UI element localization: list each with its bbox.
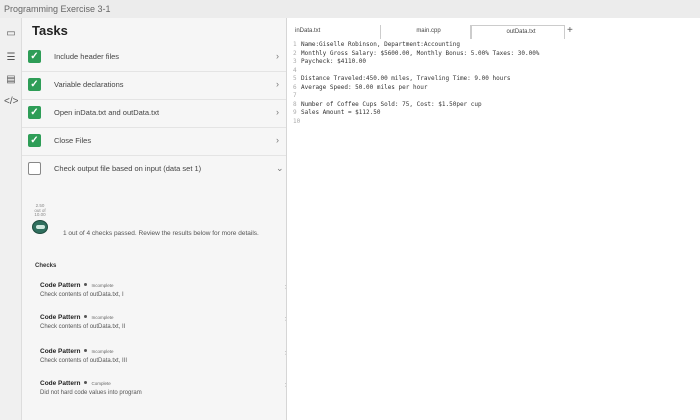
line-text: Paycheck: $4110.00 [301, 58, 367, 65]
check-status: Complete [91, 381, 111, 386]
check-item[interactable]: Code Pattern Incomplete Check contents of… [40, 348, 288, 376]
task-label: Check output file based on input (data s… [54, 164, 202, 173]
line-number: 1 [293, 41, 297, 48]
status-dot-icon [84, 381, 88, 384]
code-line: 6 Average Speed: 50.00 miles per hour [293, 84, 539, 93]
tab-outdata[interactable]: outData.txt [471, 25, 565, 39]
task-item[interactable]: ✓ Include header files › [22, 44, 286, 72]
check-name: Code Pattern [40, 348, 81, 355]
line-number: 9 [293, 109, 297, 116]
status-dot-icon [84, 315, 88, 318]
task-label: Close Files [54, 136, 92, 145]
assistant-robot-icon [32, 220, 48, 234]
line-text: Average Speed: 50.00 miles per hour [301, 83, 428, 91]
task-item[interactable]: ✓ Open inData.txt and outData.txt › [22, 100, 286, 128]
line-number: 5 [293, 75, 297, 82]
line-text: Number of Coffee Cups Sold: 75, Cost: $1… [301, 100, 482, 108]
line-number: 4 [293, 66, 297, 74]
tab-indata[interactable]: inData.txt [289, 25, 381, 39]
line-text: Monthly Gross Salary: $5600.00, Monthly … [301, 49, 540, 57]
activity-rail: ▭ ☰ ▤ </> [0, 18, 22, 420]
line-number: 2 [293, 49, 297, 57]
check-status: Incomplete [91, 349, 114, 354]
checkmark-icon: ✓ [28, 50, 41, 63]
code-line: 4 [293, 67, 539, 76]
line-number: 7 [293, 92, 297, 99]
checkmark-icon: ✓ [28, 134, 41, 147]
task-label: Include header files [54, 52, 120, 61]
task-item[interactable]: ✓ Close Files › [22, 128, 286, 156]
chevron-right-icon[interactable]: › [276, 79, 279, 89]
check-description: Check contents of outData.txt, III [40, 358, 128, 364]
code-icon[interactable]: </> [4, 96, 18, 108]
chevron-right-icon[interactable]: › [276, 51, 279, 61]
task-item[interactable]: ✓ Variable declarations › [22, 72, 286, 100]
line-text: Distance Traveled:450.00 miles, Travelin… [301, 75, 511, 82]
score-badge: 2.50 out of 10.00 [27, 203, 53, 218]
chevron-right-icon[interactable]: › [276, 107, 279, 117]
checkmark-icon: ✓ [28, 106, 41, 119]
add-tab-icon[interactable]: + [567, 25, 573, 36]
code-line: 8 Number of Coffee Cups Sold: 75, Cost: $… [293, 101, 539, 110]
status-dot-icon [84, 283, 88, 286]
line-text: Sales Amount = $112.50 [301, 109, 381, 116]
code-line: 5 Distance Traveled:450.00 miles, Traveli… [293, 75, 539, 84]
check-status: Incomplete [91, 315, 114, 320]
tab-main-cpp[interactable]: main.cpp [381, 25, 471, 39]
status-dot-icon [84, 349, 88, 352]
line-number: 6 [293, 83, 297, 91]
check-description: Check contents of outData.txt, II [40, 324, 126, 330]
code-line: 10 [293, 118, 539, 127]
line-text: Name:Giselle Robinson, Department:Accoun… [301, 41, 460, 48]
empty-checkbox-icon [28, 162, 41, 175]
panel-icon[interactable]: ▭ [4, 28, 18, 40]
code-line: 1 Name:Giselle Robinson, Department:Accou… [293, 41, 539, 50]
line-number: 3 [293, 58, 297, 65]
score-total: 10.00 [34, 212, 46, 217]
task-label: Open inData.txt and outData.txt [54, 108, 160, 117]
check-name: Code Pattern [40, 314, 81, 321]
chart-icon[interactable]: ▤ [4, 74, 18, 86]
checks-title: Checks [35, 263, 57, 269]
chevron-down-icon[interactable]: ⌄ [276, 163, 284, 174]
code-line: 7 [293, 92, 539, 101]
checks-summary: 1 out of 4 checks passed. Review the res… [63, 230, 259, 237]
chevron-right-icon[interactable]: › [276, 135, 279, 145]
line-number: 10 [293, 117, 301, 125]
task-label: Variable declarations [54, 80, 124, 89]
check-description: Check contents of outData.txt, I [40, 292, 124, 298]
checkmark-icon: ✓ [28, 78, 41, 91]
file-tabs: inData.txt main.cpp outData.txt + [287, 25, 700, 39]
check-item[interactable]: Code Pattern Complete Did not hard code v… [40, 380, 288, 408]
file-content[interactable]: 1 Name:Giselle Robinson, Department:Accou… [293, 41, 539, 126]
list-icon[interactable]: ☰ [4, 52, 18, 64]
check-item[interactable]: Code Pattern Incomplete Check contents of… [40, 282, 288, 310]
check-description: Did not hard code values into program [40, 390, 142, 396]
code-line: 9 Sales Amount = $112.50 [293, 109, 539, 118]
code-editor[interactable]: inData.txt main.cpp outData.txt + 1 Name:… [286, 18, 700, 420]
task-item-expanded[interactable]: Check output file based on input (data s… [22, 156, 286, 184]
check-name: Code Pattern [40, 380, 81, 387]
window-title: Programming Exercise 3-1 [0, 0, 700, 18]
check-name: Code Pattern [40, 282, 81, 289]
line-number: 8 [293, 100, 297, 108]
tasks-title: Tasks [32, 23, 68, 38]
check-item[interactable]: Code Pattern Incomplete Check contents of… [40, 314, 288, 342]
tasks-panel: Tasks ✓ Include header files › ✓ Variabl… [22, 18, 288, 420]
code-line: 3 Paycheck: $4110.00 [293, 58, 539, 67]
code-line: 2 Monthly Gross Salary: $5600.00, Monthly… [293, 50, 539, 59]
check-status: Incomplete [91, 283, 114, 288]
